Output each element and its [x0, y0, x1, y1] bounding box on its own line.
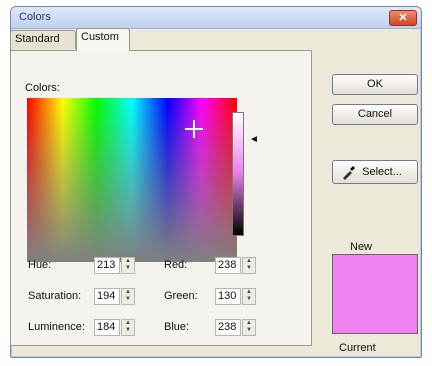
red-input[interactable]: 238	[215, 257, 241, 274]
window-title: Colors	[19, 11, 51, 23]
colors-label: Colors:	[25, 82, 60, 94]
saturation-spinner[interactable]: ▲ ▼	[121, 288, 135, 305]
crosshair-cursor[interactable]	[185, 120, 203, 138]
saturation-input[interactable]: 194	[94, 288, 120, 305]
title-bar[interactable]: Colors ✕	[11, 7, 421, 29]
red-spinner[interactable]: ▲ ▼	[242, 257, 256, 274]
tab-custom[interactable]: Custom	[76, 28, 130, 51]
saturation-label: Saturation:	[28, 290, 82, 302]
new-label: New	[350, 241, 373, 253]
tab-standard[interactable]: Standard	[10, 30, 76, 49]
luminance-slider[interactable]	[232, 112, 244, 236]
select-button-label: Select...	[362, 166, 402, 178]
luminance-label: Luminence:	[28, 321, 85, 333]
current-label: Current	[339, 342, 376, 354]
hue-label: Hue:	[28, 259, 52, 271]
green-label: Green:	[164, 290, 198, 302]
green-input[interactable]: 130	[215, 288, 241, 305]
luminance-arrow-icon[interactable]: ◄	[249, 134, 259, 145]
red-label: Red:	[164, 259, 188, 271]
green-spinner[interactable]: ▲ ▼	[242, 288, 256, 305]
select-button[interactable]: Select...	[332, 160, 418, 184]
color-spectrum[interactable]	[27, 98, 237, 262]
blue-label: Blue:	[164, 321, 190, 333]
blue-spinner[interactable]: ▲ ▼	[242, 319, 256, 336]
luminance-input[interactable]: 184	[94, 319, 120, 336]
cancel-button[interactable]: Cancel	[332, 104, 418, 125]
color-preview-swatch	[332, 254, 418, 334]
hue-input[interactable]: 213	[94, 257, 120, 274]
luminance-spinner[interactable]: ▲ ▼	[121, 319, 135, 336]
close-button[interactable]: ✕	[389, 10, 417, 26]
ok-button[interactable]: OK	[332, 74, 418, 95]
blue-input[interactable]: 238	[215, 319, 241, 336]
hue-spinner[interactable]: ▲ ▼	[121, 257, 135, 274]
eyedropper-icon	[343, 166, 355, 180]
